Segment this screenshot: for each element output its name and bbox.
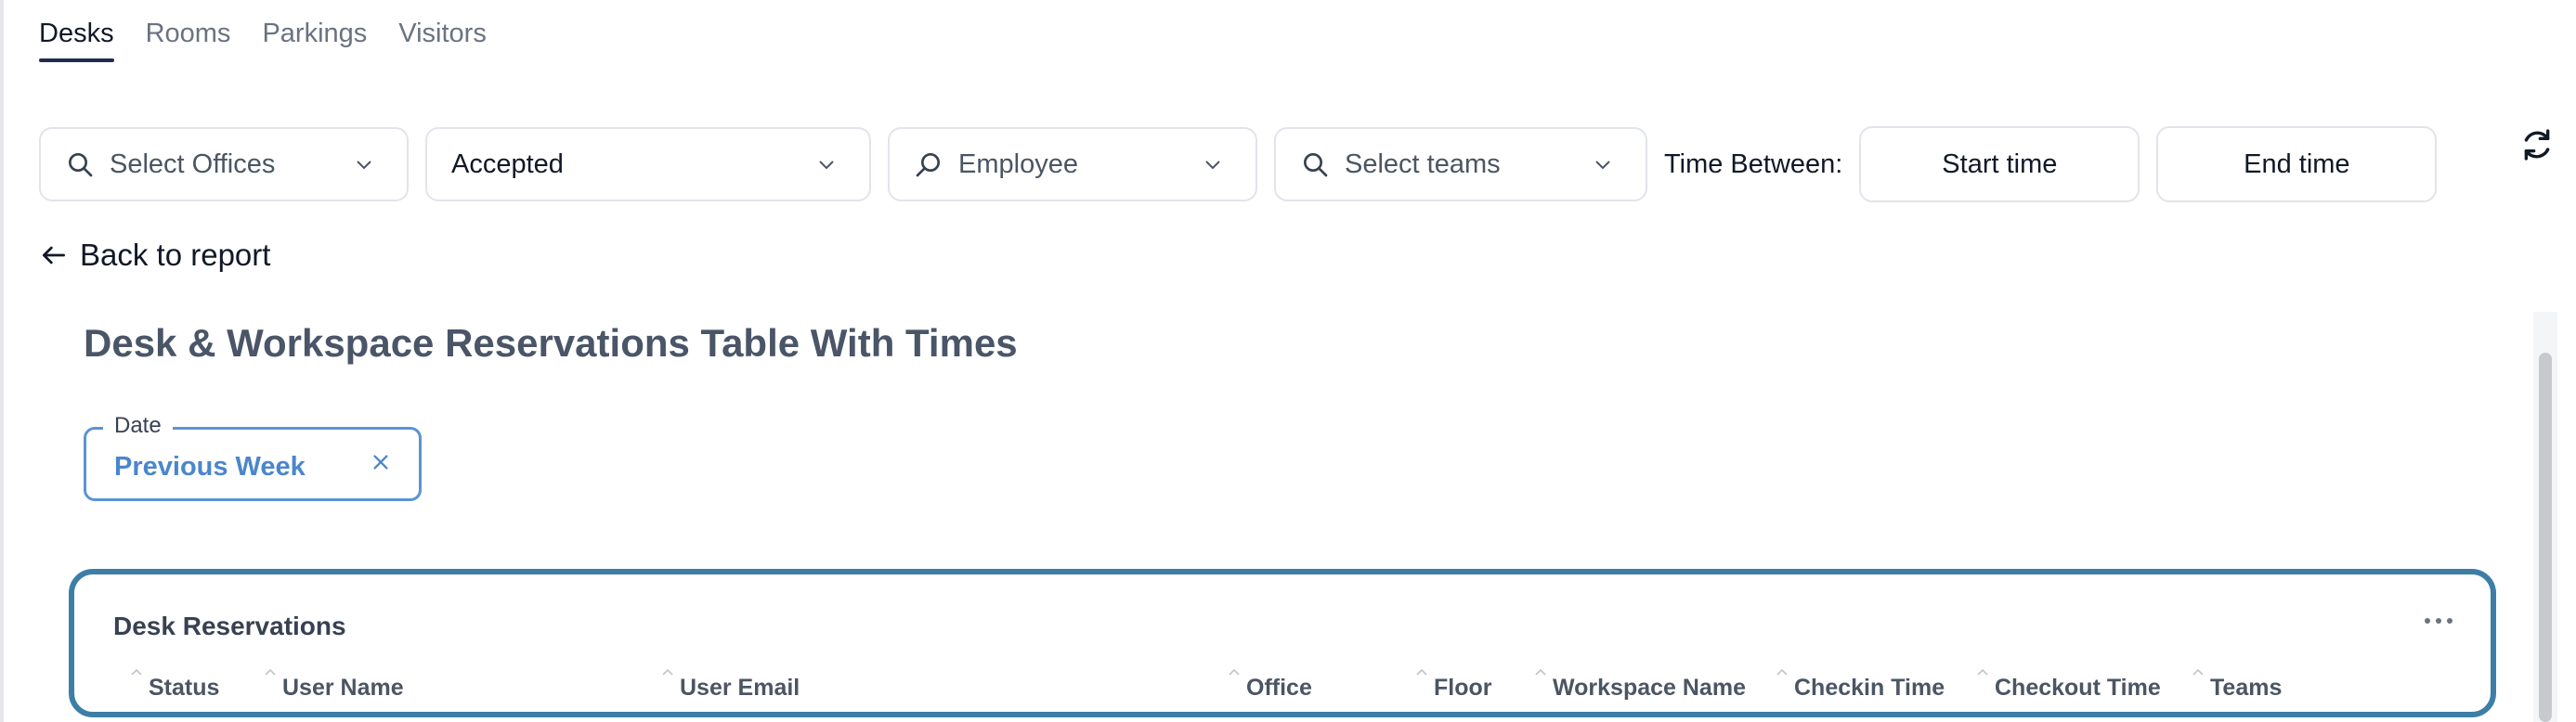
sort-caret-icon	[662, 668, 673, 676]
sort-caret-icon	[1535, 668, 1546, 676]
start-time-button[interactable]: Start time	[1859, 126, 2140, 202]
card-title: Desk Reservations	[113, 612, 346, 640]
column-header-office[interactable]: Office	[1229, 668, 1312, 702]
column-header-user-email[interactable]: User Email	[662, 668, 800, 702]
column-header-user-name[interactable]: User Name	[265, 668, 404, 702]
status-select[interactable]: Accepted	[425, 127, 871, 201]
sort-caret-icon	[1776, 668, 1788, 676]
desk-reservations-card: Desk Reservations Status User Name User …	[69, 569, 2496, 717]
more-horizontal-icon[interactable]	[2422, 615, 2455, 626]
column-header-label: Workspace Name	[1553, 675, 1746, 701]
column-header-checkin-time[interactable]: Checkin Time	[1776, 668, 1945, 702]
report-title: Desk & Workspace Reservations Table With…	[84, 321, 1018, 365]
booking-type-tabs: Desks Rooms Parkings Visitors	[39, 19, 487, 62]
sort-caret-icon	[131, 668, 142, 676]
chevron-down-icon	[1595, 161, 1610, 170]
sort-caret-icon	[1977, 668, 1988, 676]
column-header-checkout-time[interactable]: Checkout Time	[1977, 668, 2161, 702]
column-header-label: Teams	[2210, 675, 2283, 701]
offices-select[interactable]: Select Offices	[39, 127, 409, 201]
column-header-status[interactable]: Status	[131, 668, 220, 702]
tab-rooms[interactable]: Rooms	[146, 19, 231, 62]
column-header-label: Status	[149, 675, 220, 701]
sort-caret-icon	[1229, 668, 1240, 676]
offices-placeholder: Select Offices	[110, 148, 276, 179]
column-header-floor[interactable]: Floor	[1416, 668, 1492, 702]
tab-parkings[interactable]: Parkings	[262, 19, 367, 62]
sort-caret-icon	[2192, 668, 2204, 676]
date-filter[interactable]: Date Previous Week	[84, 413, 422, 501]
column-header-label: Checkin Time	[1794, 675, 1945, 701]
column-header-label: Floor	[1434, 675, 1492, 701]
column-header-label: Office	[1246, 675, 1312, 701]
search-icon	[69, 153, 93, 177]
date-filter-value: Previous Week	[114, 452, 306, 482]
employee-select[interactable]: Employee	[888, 127, 1257, 201]
end-time-button[interactable]: End time	[2156, 126, 2438, 202]
employee-placeholder: Employee	[958, 148, 1078, 179]
tab-desks[interactable]: Desks	[39, 19, 114, 62]
refresh-icon[interactable]	[2518, 126, 2556, 163]
column-header-label: Checkout Time	[1995, 675, 2161, 701]
sort-caret-icon	[265, 668, 276, 676]
back-to-report-link[interactable]: Back to report	[39, 238, 270, 273]
time-between-label: Time Between:	[1664, 148, 1843, 179]
column-header-teams[interactable]: Teams	[2192, 668, 2283, 702]
close-icon[interactable]	[371, 452, 391, 472]
back-link-label: Back to report	[80, 238, 271, 272]
column-header-label: User Email	[680, 675, 800, 701]
search-icon	[1304, 153, 1328, 177]
column-header-label: User Name	[282, 675, 404, 701]
sort-caret-icon	[1416, 668, 1427, 676]
tab-visitors[interactable]: Visitors	[398, 19, 487, 62]
teams-placeholder: Select teams	[1345, 148, 1501, 179]
teams-select[interactable]: Select teams	[1274, 127, 1647, 201]
date-filter-label: Date	[103, 413, 173, 439]
arrow-left-icon	[43, 246, 65, 264]
filter-bar: Select Offices Accepted Employee Select …	[39, 126, 2453, 202]
scrollbar-thumb[interactable]	[2539, 353, 2552, 722]
chevron-down-icon	[819, 161, 834, 170]
search-icon	[916, 153, 940, 177]
column-header-workspace-name[interactable]: Workspace Name	[1535, 668, 1746, 702]
status-value: Accepted	[451, 148, 564, 179]
chevron-down-icon	[357, 161, 371, 170]
chevron-down-icon	[1205, 161, 1220, 170]
